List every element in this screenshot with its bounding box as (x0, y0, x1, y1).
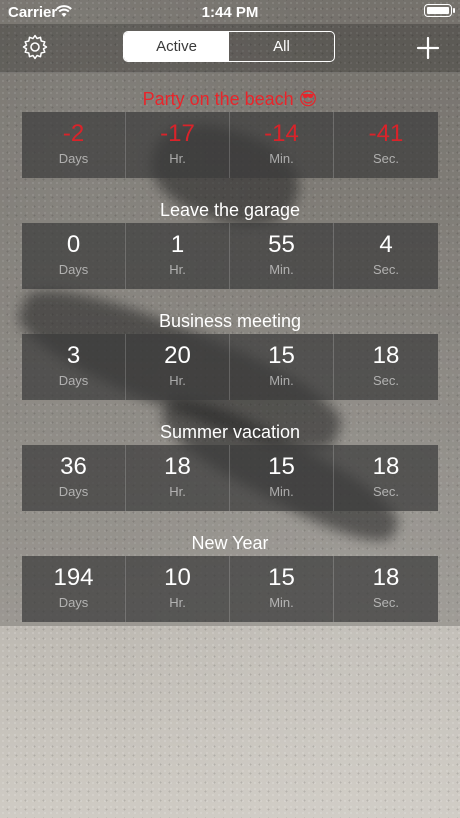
minutes-value: -14 (264, 120, 299, 147)
hours-cell: 10 Hr. (126, 556, 230, 622)
event-row[interactable]: New Year 194 Days 10 Hr. 15 Min. 18 Sec. (0, 532, 460, 622)
hours-label: Hr. (169, 595, 186, 610)
hours-label: Hr. (169, 262, 186, 277)
minutes-label: Min. (269, 151, 294, 166)
days-label: Days (58, 595, 89, 610)
status-time: 1:44 PM (201, 4, 259, 21)
event-row[interactable]: Business meeting 3 Days 20 Hr. 15 Min. 18 Se… (0, 310, 460, 400)
days-cell: 0 Days (22, 223, 126, 289)
hours-value: 20 (164, 342, 191, 369)
days-cell: 3 Days (22, 334, 126, 400)
days-cell: 194 Days (22, 556, 126, 622)
minutes-label: Min. (269, 484, 294, 499)
filter-segmented-control: Active All (123, 31, 335, 62)
seconds-label: Sec. (372, 484, 399, 499)
minutes-cell: 15 Min. (230, 445, 334, 511)
minutes-value: 15 (268, 342, 295, 369)
days-value: 3 (66, 342, 81, 369)
minutes-label: Min. (269, 373, 294, 388)
days-label: Days (58, 373, 89, 388)
seconds-cell: 18 Sec. (334, 556, 438, 622)
hours-cell: 18 Hr. (126, 445, 230, 511)
days-label: Days (58, 484, 89, 499)
hours-cell: 20 Hr. (126, 334, 230, 400)
minutes-label: Min. (269, 262, 294, 277)
hours-cell: -17 Hr. (126, 112, 230, 178)
hours-label: Hr. (169, 484, 186, 499)
hours-label: Hr. (169, 373, 186, 388)
seconds-label: Sec. (372, 151, 399, 166)
hours-cell: 1 Hr. (126, 223, 230, 289)
event-title: Party on the beach 😎 (142, 89, 318, 109)
seconds-cell: 4 Sec. (334, 223, 438, 289)
days-cell: 36 Days (22, 445, 126, 511)
seconds-cell: -41 Sec. (334, 112, 438, 178)
event-title: New Year (191, 533, 269, 553)
days-value: 0 (66, 231, 81, 258)
hours-value: 1 (170, 231, 185, 258)
segment-all[interactable]: All (229, 32, 334, 61)
event-title: Leave the garage (159, 200, 301, 220)
minutes-cell: -14 Min. (230, 112, 334, 178)
event-row[interactable]: Party on the beach 😎 -2 Days -17 Hr. -14 Mi… (0, 88, 460, 178)
minutes-cell: 15 Min. (230, 556, 334, 622)
seconds-label: Sec. (372, 373, 399, 388)
seconds-cell: 18 Sec. (334, 334, 438, 400)
days-value: 36 (60, 453, 87, 480)
days-label: Days (58, 262, 89, 277)
days-value: 194 (53, 564, 94, 591)
seconds-value: 18 (372, 453, 400, 480)
segment-active[interactable]: Active (124, 32, 229, 61)
plus-icon[interactable] (414, 34, 442, 62)
hours-value: 18 (164, 453, 191, 480)
navigation-bar: Active All (0, 24, 460, 73)
seconds-label: Sec. (372, 262, 399, 277)
days-cell: -2 Days (22, 112, 126, 178)
minutes-cell: 15 Min. (230, 334, 334, 400)
hours-label: Hr. (169, 151, 186, 166)
event-title: Business meeting (158, 311, 302, 331)
seconds-cell: 18 Sec. (334, 445, 438, 511)
gear-icon[interactable] (22, 34, 48, 60)
seconds-value: 18 (372, 342, 400, 369)
minutes-value: 15 (268, 564, 295, 591)
hours-value: -17 (160, 120, 195, 147)
seconds-label: Sec. (372, 595, 399, 610)
status-bar: Carrier 1:44 PM (0, 0, 460, 24)
seconds-value: -41 (368, 120, 404, 147)
days-value: -2 (62, 120, 85, 147)
seconds-value: 18 (372, 564, 400, 591)
event-row[interactable]: Summer vacation 36 Days 18 Hr. 15 Min. 18 Se… (0, 421, 460, 511)
battery-icon (424, 4, 455, 17)
event-row[interactable]: Leave the garage 0 Days 1 Hr. 55 Min. 4 Sec. (0, 199, 460, 289)
minutes-cell: 55 Min. (230, 223, 334, 289)
event-title: Summer vacation (159, 422, 301, 442)
minutes-value: 15 (268, 453, 295, 480)
minutes-label: Min. (269, 595, 294, 610)
days-label: Days (58, 151, 89, 166)
hours-value: 10 (164, 564, 191, 591)
seconds-value: 4 (379, 231, 393, 258)
minutes-value: 55 (268, 231, 295, 258)
